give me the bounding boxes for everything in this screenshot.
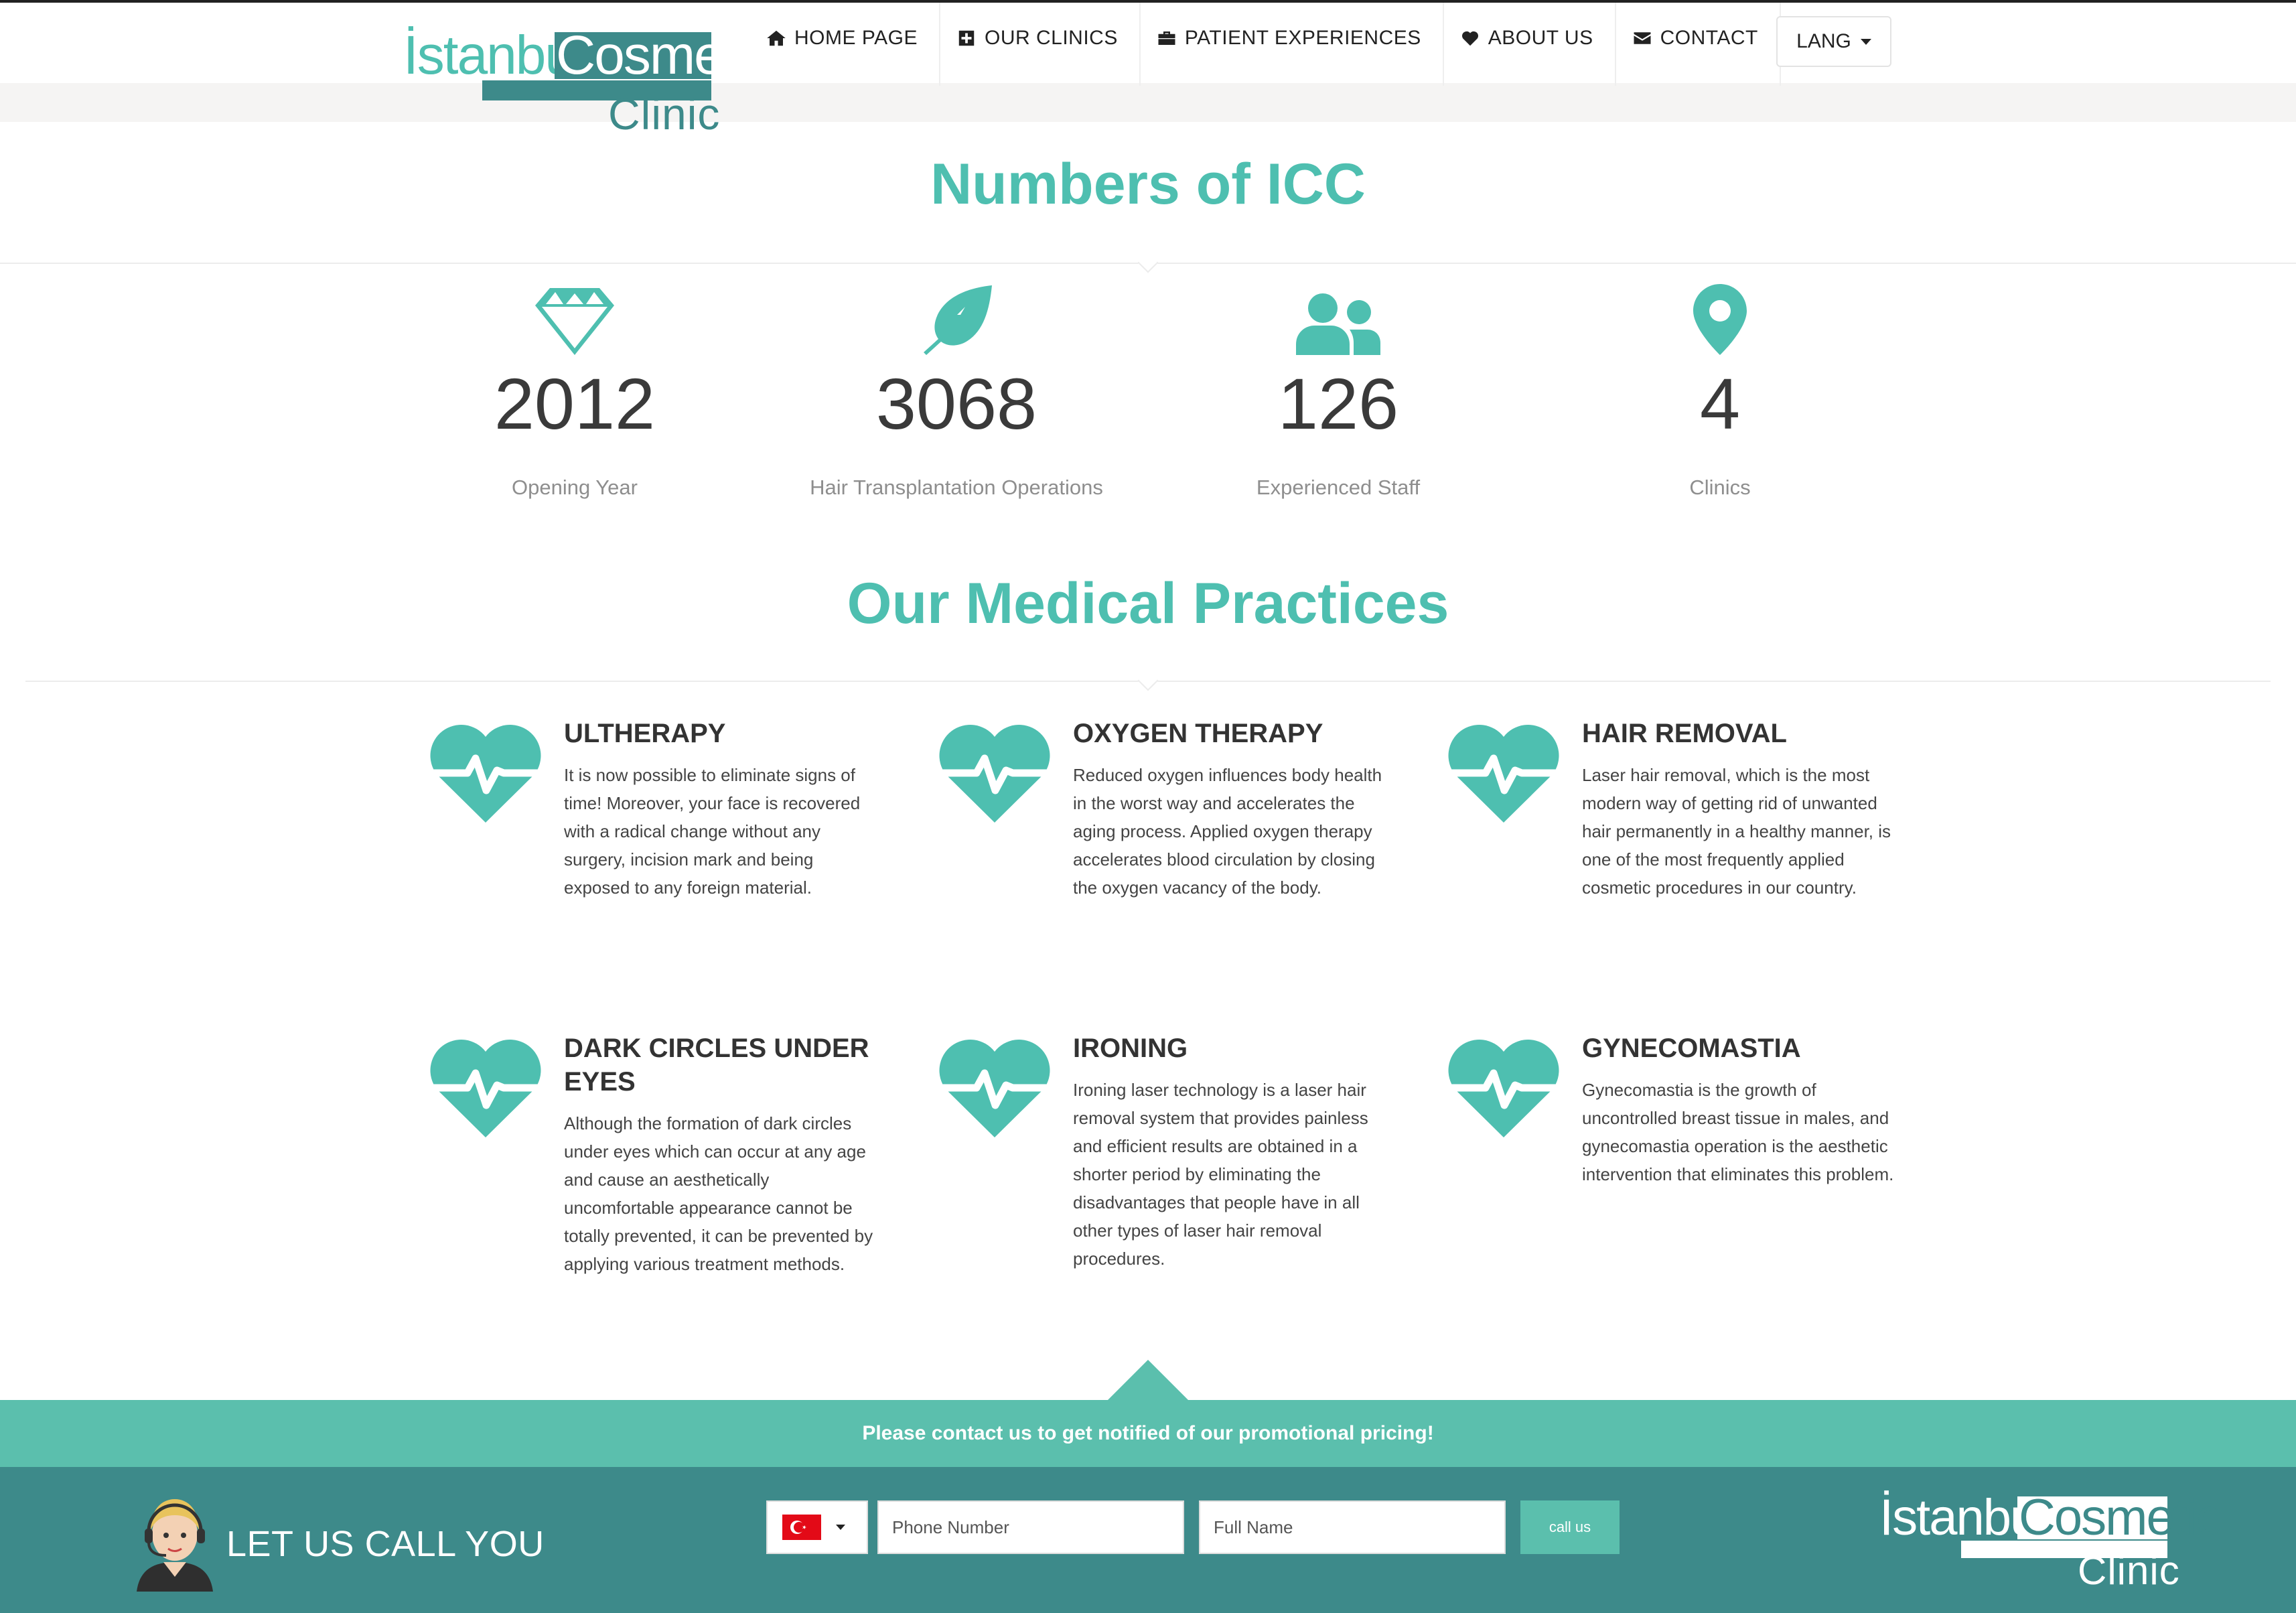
practice-title: HAIR REMOVAL <box>1582 719 1787 748</box>
stats-divider-notch <box>1137 252 1159 273</box>
header-subbar <box>0 83 2296 122</box>
logo-cosmetic-text: Cosmetic <box>556 25 776 86</box>
stat-value: 2012 <box>494 363 656 444</box>
heartbeat-icon <box>430 724 541 823</box>
stat-value: 126 <box>1277 363 1399 444</box>
support-agent-avatar <box>137 1499 213 1592</box>
nav-experiences-label: PATIENT EXPERIENCES <box>1184 27 1421 49</box>
promo-banner: Please contact us to get notified of our… <box>0 1400 2296 1467</box>
diamond-icon <box>387 277 762 355</box>
turkey-flag-icon <box>782 1515 821 1540</box>
stat-label: Experienced Staff <box>1256 476 1421 499</box>
logo-clinic-text: Clinic <box>608 89 721 139</box>
stat-experienced-staff: 126 Experienced Staff <box>1151 277 1526 500</box>
plus-square-icon <box>955 27 978 50</box>
nav-patient-experiences[interactable]: PATIENT EXPERIENCES <box>1141 3 1444 86</box>
logo-clinic-text: Clinic <box>2078 1548 2180 1593</box>
stat-label: Opening Year <box>512 476 638 499</box>
practice-title: ULTHERAPY <box>564 719 726 748</box>
footer-logo[interactable]: İstanbul Cosmetic Clinic <box>1879 1488 2222 1593</box>
full-name-input[interactable] <box>1199 1500 1506 1554</box>
promo-arrow <box>1106 1360 1190 1401</box>
practices-title: Our Medical Practices <box>847 571 1449 636</box>
practice-title: IRONING <box>1073 1034 1188 1063</box>
heartbeat-icon <box>939 724 1050 823</box>
chevron-down-icon <box>836 1525 845 1530</box>
stat-label: Clinics <box>1689 476 1751 499</box>
caret-down-icon <box>1860 38 1871 45</box>
nav-home-label: HOME PAGE <box>794 27 918 49</box>
nav-our-clinics[interactable]: OUR CLINICS <box>940 3 1141 86</box>
home-icon <box>765 27 788 50</box>
stat-value: 3068 <box>875 363 1037 444</box>
practice-title: DARK CIRCLES UNDER EYES <box>564 1034 869 1097</box>
stat-value: 4 <box>1699 363 1741 444</box>
heartbeat-icon <box>1448 724 1559 823</box>
phone-number-input[interactable] <box>877 1500 1184 1554</box>
country-code-select[interactable] <box>766 1500 868 1554</box>
nav-home-page[interactable]: HOME PAGE <box>750 3 940 86</box>
nav-about-label: ABOUT US <box>1488 27 1593 49</box>
practice-title: OXYGEN THERAPY <box>1073 719 1323 748</box>
call-title: LET US CALL YOU <box>226 1524 545 1564</box>
practices-divider-notch <box>1137 670 1159 691</box>
heartbeat-icon <box>430 1039 541 1137</box>
main-nav: HOME PAGE OUR CLINICS PATIENT EXPERIENCE… <box>750 3 1781 86</box>
stats-title: Numbers of ICC <box>930 152 1366 216</box>
promo-text: Please contact us to get notified of our… <box>862 1422 1434 1444</box>
language-dropdown[interactable]: LANG <box>1776 16 1891 67</box>
site-logo[interactable]: İstanbul Cosmetic Clinic <box>403 24 776 139</box>
stat-clinics: 4 Clinics <box>1532 277 1908 500</box>
nav-contact-label: CONTACT <box>1660 27 1758 49</box>
heartbeat-icon <box>939 1039 1050 1137</box>
language-label: LANG <box>1796 30 1851 52</box>
briefcase-icon <box>1155 27 1178 50</box>
stat-hair-operations: 3068 Hair Transplantation Operations <box>769 277 1144 500</box>
practice-text: Reduced oxygen influences body health in… <box>1073 765 1382 898</box>
practice-title: GYNECOMASTIA <box>1582 1034 1801 1063</box>
practice-text: It is now possible to eliminate signs of… <box>564 765 861 898</box>
envelope-icon <box>1631 27 1654 50</box>
call-us-button[interactable]: call us <box>1520 1500 1620 1554</box>
stat-label: Hair Transplantation Operations <box>810 476 1103 499</box>
practice-text: Ironing laser technology is a laser hair… <box>1073 1080 1368 1269</box>
nav-contact[interactable]: CONTACT <box>1616 3 1781 86</box>
nav-clinics-label: OUR CLINICS <box>984 27 1118 49</box>
feather-icon <box>769 277 1144 355</box>
logo-cosmetic-text: Cosmetic <box>2019 1489 2222 1546</box>
heart-icon <box>1459 27 1482 50</box>
map-marker-icon <box>1532 277 1908 355</box>
stat-opening-year: 2012 Opening Year <box>387 277 762 500</box>
practice-text: Gynecomastia is the growth of uncontroll… <box>1582 1080 1894 1184</box>
users-icon <box>1151 277 1526 355</box>
heartbeat-icon <box>1448 1039 1559 1137</box>
practice-text: Laser hair removal, which is the most mo… <box>1582 765 1891 898</box>
nav-about-us[interactable]: ABOUT US <box>1444 3 1616 86</box>
practice-text: Although the formation of dark circles u… <box>564 1113 873 1274</box>
